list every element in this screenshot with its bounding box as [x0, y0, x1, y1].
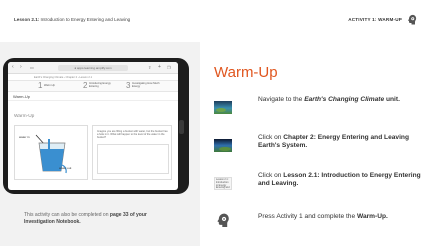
instruction-step-2: Click on Chapter 2: Energy Entering and …: [214, 134, 424, 158]
instruction-text-3: Click on Lesson 2.1: Introduction to Ene…: [258, 172, 421, 188]
lesson-title: Lesson 2.1: Introduction to Energy Enter…: [14, 17, 131, 22]
forward-icon: ›: [20, 64, 22, 70]
bucket-illustration: [35, 134, 67, 174]
tablet-screen: ‹ › ▭ ● apps.learning.amplify.com ⇪ + ❐ …: [8, 62, 178, 190]
url-text: ● apps.learning.amplify.com: [74, 65, 112, 70]
question-text: Imagine you are filling a bucket with wa…: [97, 130, 168, 140]
app-bar: Amplify Science Earth's Changing Climate…: [8, 74, 178, 88]
brain-gear-icon: [408, 14, 417, 25]
browser-toolbar: ‹ › ▭ ● apps.learning.amplify.com ⇪ + ❐: [8, 62, 178, 74]
water-out-label: water out: [59, 166, 72, 170]
share-icon: ⇪: [148, 65, 152, 70]
add-tab-icon: +: [158, 64, 161, 70]
tab-warm-up: Warm-Up: [13, 94, 30, 99]
water-in-label: water in: [19, 135, 30, 139]
question-card: Imagine you are filling a bucket with wa…: [92, 125, 172, 180]
instruction-text-1: Navigate to the Earth's Changing Climate…: [258, 96, 400, 103]
breadcrumb: Earth's Changing Climate › Chapter 2 › L…: [34, 76, 93, 79]
back-icon: ‹: [12, 64, 14, 70]
brain-gear-icon: [217, 213, 229, 227]
activity-label: ACTIVITY 1: WARM-UP: [348, 17, 402, 22]
chapter-thumbnail: [214, 139, 232, 152]
activity-steps: 1 Warm-Up 2 Introducing Energy Entering …: [8, 81, 178, 92]
tablet-device: ‹ › ▭ ● apps.learning.amplify.com ⇪ + ❐ …: [3, 58, 189, 194]
lesson-thumbnail: Lesson 2.1: Introduction to Energy Enter…: [214, 177, 232, 190]
url-bar: ● apps.learning.amplify.com: [58, 65, 128, 71]
instruction-step-4: Press Activity 1 and complete the Warm-U…: [214, 209, 424, 233]
screen-tab: Warm-Up: [8, 92, 178, 101]
answer-box: [97, 144, 169, 174]
notebook-note: This activity can also be completed on p…: [24, 212, 147, 225]
tablet-home-button: [179, 120, 184, 134]
earth-satellite-thumbnail: [214, 101, 232, 114]
tabs-icon: ❐: [167, 65, 171, 70]
instruction-text-4: Press Activity 1 and complete the Warm-U…: [258, 213, 388, 220]
instruction-step-3: Lesson 2.1: Introduction to Energy Enter…: [214, 172, 424, 196]
page-title: Warm-Up: [214, 64, 278, 81]
book-icon: ▭: [30, 65, 34, 70]
slide-header: Lesson 2.1: Introduction to Energy Enter…: [0, 0, 433, 42]
instruction-text-2: Click on Chapter 2: Energy Entering and …: [258, 134, 409, 150]
bucket-illustration-card: water in water out: [14, 125, 88, 180]
instruction-step-1: Navigate to the Earth's Changing Climate…: [214, 96, 424, 120]
screen-heading: Warm-Up: [14, 114, 35, 119]
